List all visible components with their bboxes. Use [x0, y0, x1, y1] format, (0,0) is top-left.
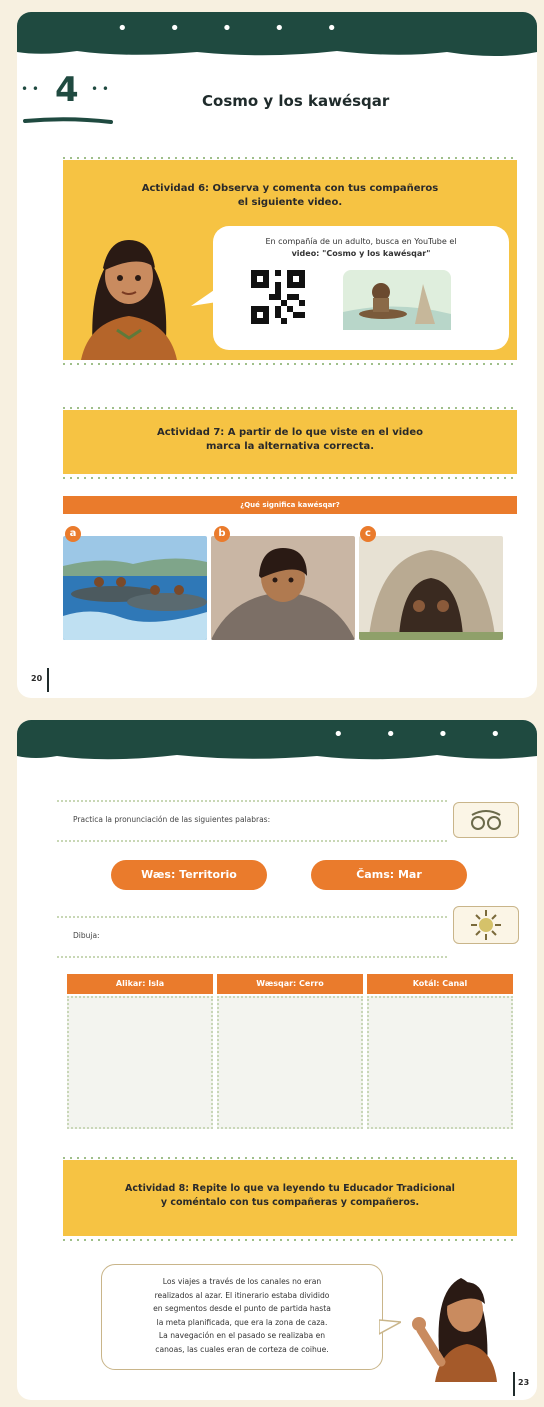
speck-border [63, 1239, 517, 1241]
activity6-panel: Actividad 6: Observa y comenta con tus c… [63, 160, 517, 360]
story-line: canoas, las cuales eran de corteza de co… [155, 1344, 329, 1354]
page-right: • • • • • Practica la pronunciación de l… [17, 720, 537, 1400]
lesson-number: 4 [55, 70, 79, 110]
top-banner: • • • • • [17, 720, 537, 766]
activity8-title-line1: Actividad 8: Repite lo que va leyendo tu… [125, 1183, 455, 1194]
speck-border [63, 477, 517, 479]
option-c-label[interactable]: c [360, 526, 376, 542]
option-b-label[interactable]: b [214, 526, 230, 542]
draw-label: Dibuja: [73, 931, 100, 940]
bubble-line1: En compañía de un adulto, busca en YouTu… [265, 237, 457, 246]
drawing-area-canal[interactable] [367, 996, 513, 1129]
option-a-image[interactable] [63, 536, 207, 640]
story-line: realizados al azar. El itinerario estaba… [154, 1290, 330, 1300]
lesson-number-decor-right: • • [91, 82, 109, 96]
practice-box: Practica la pronunciación de las siguien… [57, 800, 447, 842]
qr-code-icon[interactable] [251, 270, 305, 324]
draw-box: Dibuja: [57, 916, 447, 958]
activity8-title-line2: y coméntalo con tus compañeras y compañe… [160, 1197, 420, 1208]
lesson-underline [23, 117, 113, 124]
speck-border [63, 363, 517, 365]
speck-border [63, 157, 517, 159]
sun-hands-icon [453, 906, 519, 944]
bubble-tail [379, 1319, 401, 1335]
story-line: La navegación en el pasado se realizaba … [158, 1331, 326, 1340]
page-number-bar [47, 668, 49, 692]
bubble-line2: video: "Cosmo y los kawésqar" [291, 249, 431, 258]
eyes-icon [453, 802, 519, 838]
activity6-title-line1: Actividad 6: Observa y comenta con tus c… [141, 183, 439, 194]
story-line: la meta planificada, que era la zona de … [156, 1317, 328, 1327]
girl-illustration [81, 240, 177, 360]
column-header-isla: Alikar: Isla [67, 974, 213, 994]
lesson-title: Cosmo y los kawésqar [202, 92, 390, 110]
activity8-panel: Actividad 8: Repite lo que va leyendo tu… [63, 1160, 517, 1236]
activity7-panel: Actividad 7: A partir de lo que viste en… [63, 410, 517, 474]
option-b-image[interactable] [211, 536, 355, 640]
drawing-area-cerro[interactable] [217, 996, 363, 1129]
activity6-bubble: En compañía de un adulto, busca en YouTu… [213, 226, 509, 350]
activity7-question: ¿Qué significa kawésqar? [63, 496, 517, 514]
story-line: en segmentos desde el punto de partida h… [153, 1304, 331, 1313]
story-line: Los viajes a través de los canales no er… [162, 1277, 322, 1286]
page-number: 20 [31, 674, 43, 683]
page-left: • • • • • • • 4 • • Cosmo y los kawésqar… [17, 12, 537, 698]
word-pill-mar[interactable]: Čams: Mar [311, 860, 467, 890]
page-number: 23 [518, 1378, 530, 1387]
banner-brush-edge [17, 750, 537, 760]
drawing-area-isla[interactable] [67, 996, 213, 1129]
story-bubble: Los viajes a través de los canales no er… [101, 1264, 383, 1370]
word-pill-territorio[interactable]: Wæs: Territorio [111, 860, 267, 890]
video-thumbnail[interactable] [343, 270, 451, 330]
option-a-label[interactable]: a [65, 526, 81, 542]
woman-illustration [412, 1278, 497, 1382]
banner-brush-edge [17, 46, 537, 56]
practice-label: Practica la pronunciación de las siguien… [73, 815, 271, 824]
page-number-bar [513, 1372, 515, 1396]
lesson-number-decor: • • [21, 82, 39, 96]
banner-dots: • • • • • [117, 18, 355, 39]
top-banner: • • • • • [17, 12, 537, 50]
column-header-cerro: Wæsqar: Cerro [217, 974, 363, 994]
column-header-canal: Kotál: Canal [367, 974, 513, 994]
activity7-title-line2: marca la alternativa correcta. [205, 441, 375, 452]
option-c-image[interactable] [359, 536, 503, 640]
activity7-title-line1: Actividad 7: A partir de lo que viste en… [156, 427, 423, 438]
bubble-tail [191, 288, 217, 306]
